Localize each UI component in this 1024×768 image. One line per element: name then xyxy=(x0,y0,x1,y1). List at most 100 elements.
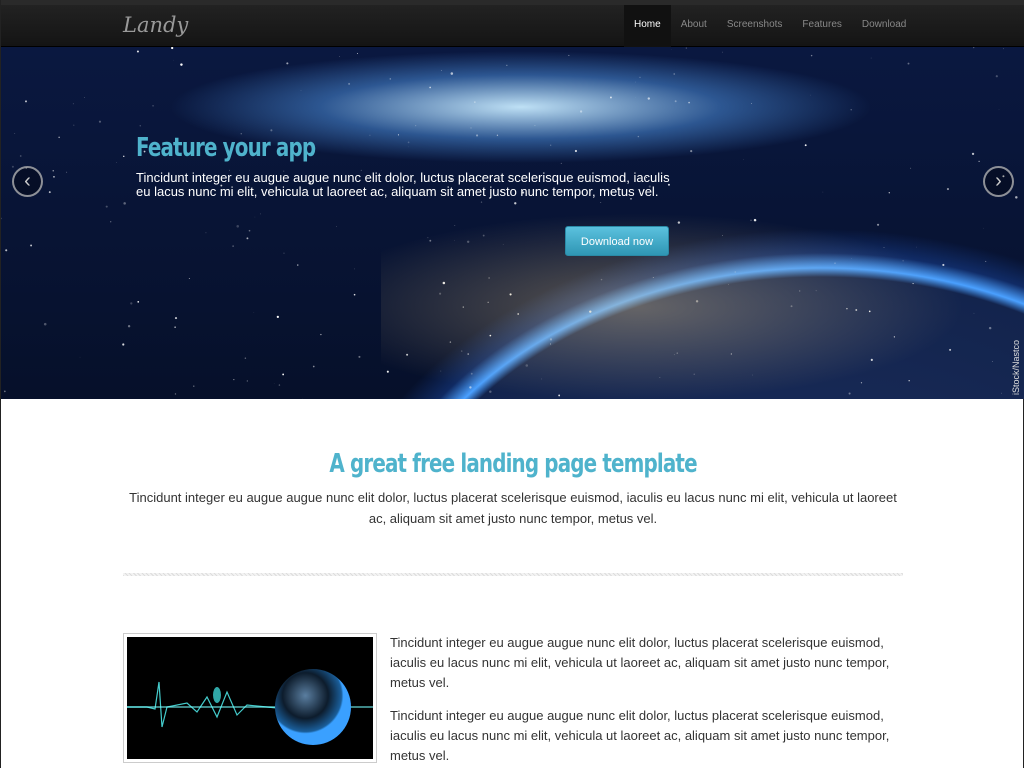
star xyxy=(232,245,234,247)
star xyxy=(550,144,552,146)
star xyxy=(888,192,890,194)
star xyxy=(356,52,358,54)
chevron-right-icon[interactable]: › xyxy=(983,166,1014,197)
star xyxy=(282,373,285,376)
star xyxy=(474,101,476,103)
star xyxy=(722,51,723,53)
star xyxy=(674,100,677,103)
star xyxy=(139,125,141,127)
star xyxy=(450,72,454,75)
star xyxy=(354,268,355,270)
star xyxy=(397,134,399,136)
star xyxy=(506,64,508,66)
city-lights xyxy=(381,197,1021,399)
star xyxy=(804,144,807,147)
star xyxy=(286,62,289,65)
star xyxy=(205,232,207,234)
star xyxy=(58,136,60,139)
star xyxy=(11,165,14,168)
star xyxy=(353,293,356,296)
star xyxy=(137,300,140,303)
star xyxy=(246,237,249,240)
star xyxy=(123,155,125,158)
star xyxy=(105,205,108,208)
star xyxy=(174,393,177,395)
star xyxy=(1003,48,1004,50)
feature-paragraph-2: Tincidunt integer eu augue augue nunc el… xyxy=(390,708,890,763)
star xyxy=(116,162,117,163)
star xyxy=(79,356,81,358)
star xyxy=(429,86,431,89)
star xyxy=(296,264,299,266)
star xyxy=(52,170,54,172)
star xyxy=(574,149,578,153)
feature-paragraph-1: Tincidunt integer eu augue augue nunc el… xyxy=(390,635,890,690)
star xyxy=(236,225,240,228)
nav-screenshots[interactable]: Screenshots xyxy=(717,5,793,47)
star xyxy=(3,390,6,393)
star xyxy=(180,63,183,66)
brand-logo[interactable]: Landy xyxy=(123,13,188,37)
nav-about[interactable]: About xyxy=(671,5,717,47)
star xyxy=(276,315,279,319)
star xyxy=(300,90,302,91)
star xyxy=(475,134,479,137)
navbar: Landy Home About Screenshots Features Do… xyxy=(1,5,1024,47)
star xyxy=(244,357,247,359)
star xyxy=(253,312,255,313)
star xyxy=(278,384,281,386)
chevron-left-icon[interactable]: ‹ xyxy=(12,166,43,197)
star xyxy=(173,59,175,61)
hero-title: Feature your app xyxy=(136,133,316,163)
star xyxy=(320,333,322,336)
hero-text: Tincidunt integer eu augue augue nunc el… xyxy=(136,170,670,199)
star xyxy=(336,226,338,227)
star xyxy=(579,110,583,113)
download-now-button[interactable]: Download now xyxy=(565,226,669,256)
star xyxy=(53,176,55,178)
star xyxy=(193,385,195,387)
star xyxy=(407,141,410,144)
star xyxy=(369,134,371,136)
star xyxy=(850,109,852,111)
star xyxy=(84,97,86,98)
hero-carousel: Feature your app Tincidunt integer eu au… xyxy=(1,47,1024,399)
star xyxy=(25,100,27,103)
nav-home[interactable]: Home xyxy=(624,5,671,47)
star xyxy=(171,47,174,50)
star xyxy=(110,221,112,223)
star xyxy=(560,162,562,164)
star xyxy=(174,317,178,320)
star xyxy=(127,325,131,328)
star xyxy=(43,322,47,326)
star xyxy=(130,302,133,305)
star xyxy=(136,50,139,53)
star xyxy=(995,75,998,78)
star xyxy=(188,278,190,279)
star xyxy=(312,365,315,368)
star xyxy=(910,167,912,169)
star xyxy=(440,70,442,71)
star xyxy=(822,191,824,193)
star xyxy=(1,217,2,220)
feature-image xyxy=(123,633,377,763)
star xyxy=(690,150,693,153)
star xyxy=(673,73,675,75)
star xyxy=(496,134,499,136)
star xyxy=(470,127,472,129)
section-title-text: A great free landing page template xyxy=(329,449,697,479)
star xyxy=(122,343,125,346)
nav-features[interactable]: Features xyxy=(792,5,851,47)
star xyxy=(973,47,975,49)
star xyxy=(810,94,811,96)
star xyxy=(19,155,22,157)
star xyxy=(810,54,813,57)
star xyxy=(339,56,340,57)
star xyxy=(254,216,256,218)
star xyxy=(48,191,51,194)
star xyxy=(98,120,102,123)
star xyxy=(568,54,570,57)
photo-credit: iStock/Nastco xyxy=(1011,339,1021,395)
nav-download[interactable]: Download xyxy=(852,5,916,47)
star xyxy=(66,171,68,173)
